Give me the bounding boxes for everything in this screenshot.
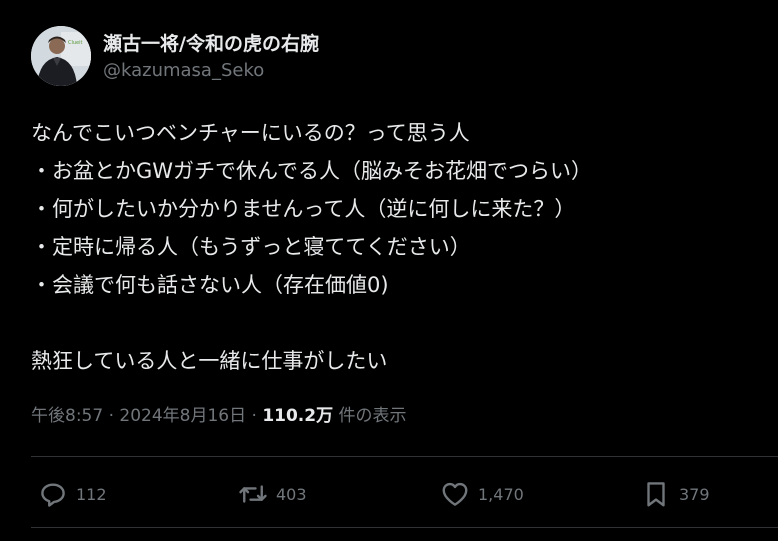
reply-icon — [41, 483, 65, 507]
like-button[interactable]: 1,470 — [440, 474, 524, 514]
action-bar: 112 403 1,470 379 — [0, 474, 778, 514]
view-count: 110.2万 — [262, 406, 334, 426]
avatar[interactable]: Clueit — [31, 26, 91, 86]
tweet-detail: Clueit 瀬古一将/令和の虎の右腕 @kazumasa_Seko なんでこい… — [0, 0, 778, 541]
author-display-name[interactable]: 瀬古一将/令和の虎の右腕 — [103, 29, 319, 56]
divider — [31, 527, 778, 528]
reply-button[interactable]: 112 — [38, 474, 107, 514]
view-count-label: 件の表示 — [333, 406, 407, 426]
heart-icon — [442, 482, 468, 506]
tweet-line: ・定時に帰る人（もうずっと寝ててください） — [31, 235, 471, 259]
tweet-line: なんでこいつベンチャーにいるの？って思う人 — [31, 121, 470, 145]
reply-count: 112 — [76, 484, 107, 504]
bookmark-button[interactable]: 379 — [641, 474, 710, 514]
bookmark-icon — [647, 482, 665, 507]
tweet-meta: 午後8:57 · 2024年8月16日 · 110.2万 件の表示 — [31, 401, 407, 426]
tweet-line: ・お盆とかGWガチで休んでる人（脳みそお花畑でつらい） — [31, 159, 592, 183]
retweet-button[interactable]: 403 — [238, 474, 307, 514]
bookmark-count: 379 — [679, 484, 710, 504]
tweet-line: ・何がしたいか分かりませんって人（逆に何しに来た？） — [31, 197, 576, 221]
avatar-photo — [31, 26, 91, 86]
divider — [31, 456, 778, 457]
avatar-logo-text: Clueit — [68, 40, 83, 46]
like-count: 1,470 — [478, 484, 524, 504]
tweet-line: ・会議で何も話さない人（存在価値0) — [31, 273, 389, 297]
retweet-count: 403 — [276, 484, 307, 504]
tweet-text: なんでこいつベンチャーにいるの？って思う人 ・お盆とかGWガチで休んでる人（脳み… — [31, 114, 751, 380]
tweet-line: 熱狂している人と一緒に仕事がしたい — [31, 349, 388, 373]
author-handle[interactable]: @kazumasa_Seko — [103, 60, 264, 81]
tweet-timestamp[interactable]: 午後8:57 · 2024年8月16日 · — [31, 406, 262, 426]
retweet-icon — [239, 485, 267, 503]
